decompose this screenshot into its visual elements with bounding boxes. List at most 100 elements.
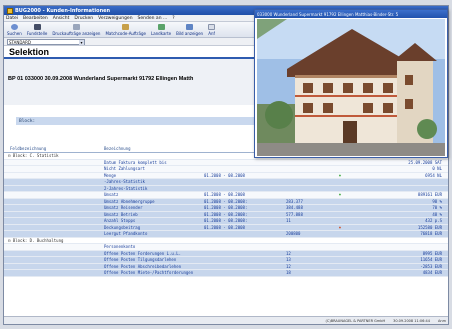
menu-senden-an[interactable]: Senden an ... — [138, 16, 168, 21]
row-period: 01.2008 - 08.2008 — [204, 172, 245, 178]
row-name: 2-Jahres-Statistik — [104, 185, 148, 191]
row-name: Nicht Zahlungsart — [104, 166, 145, 172]
row-period: 01.2008 - 08.2008: — [204, 198, 248, 204]
row-period: 01.2008 - 08.2008: — [204, 205, 248, 211]
row-result: 98 % — [432, 198, 442, 204]
row-result: 6954 NL — [425, 172, 442, 178]
anf-label: Anf — [208, 31, 215, 36]
map-label: Landkarte — [150, 31, 172, 36]
menu-bearbeiten[interactable]: Bearbeiten — [23, 16, 48, 21]
block-filter-bar[interactable]: Block: — [16, 117, 266, 125]
print-jobs-button[interactable]: Druckaufträge anzeigen — [52, 24, 100, 36]
chevron-down-icon[interactable]: ▾ — [79, 39, 84, 45]
binoculars-icon — [33, 24, 41, 30]
picture-icon — [186, 24, 194, 30]
menu-ansicht[interactable]: Ansicht — [53, 16, 70, 21]
row-period: 01.2008 - 08.2008: — [204, 218, 248, 224]
row-name: Umsatz Abnehmergruppe — [104, 198, 155, 204]
store-photo — [257, 19, 445, 156]
row-result: 8995 EUR — [422, 250, 442, 256]
group-label[interactable]: ⊟ Block: D. Buchhaltung — [4, 238, 104, 243]
store-building-image — [257, 19, 445, 156]
row-value: 11 — [286, 218, 291, 224]
row-period: 01.2008 - 08.2008 — [204, 224, 245, 230]
status-bar: (C)BRAUNAGEL & PARTNER GmbH 30.09.2008 1… — [4, 316, 448, 324]
row-result: -2853 EUR — [420, 263, 442, 269]
row-value: 12 — [286, 263, 291, 269]
row-result: 48 % — [432, 211, 442, 217]
column-header-bezeichnung[interactable]: Bezeichnung — [104, 146, 254, 151]
document-icon — [208, 24, 216, 30]
row-flag-icon[interactable]: ♦ — [334, 173, 346, 178]
row-name: Umsatz — [104, 192, 119, 198]
row-name: Offene Posten Miete-/Pachtforderungen — [104, 270, 194, 276]
row-flag-icon[interactable]: ♦ — [334, 192, 346, 197]
grid-rows: ⊟ Block: C. Statistik Datum Faktura kompl… — [4, 153, 448, 277]
menu-verzweigungen[interactable]: Verzweigungen — [98, 16, 132, 21]
matchcode-button[interactable]: Matchcode-Aufträge — [105, 24, 146, 36]
row-value: 577.888 — [286, 211, 303, 217]
window-title: BUG2000 - Kunden-Informationen — [15, 7, 111, 14]
fundstelle-button[interactable]: Fundstelle — [26, 24, 48, 36]
row-result: 70 % — [432, 205, 442, 211]
row-value: 384.488 — [286, 205, 303, 211]
status-company: (C)BRAUNAGEL & PARTNER GmbH — [325, 318, 386, 323]
list-icon — [122, 24, 130, 30]
popup-title: 033000 Wunderland Supermarkt 91792 Ellin… — [255, 10, 447, 18]
search-label: Suchen — [7, 31, 22, 36]
row-result: 0 NL — [432, 166, 442, 172]
row-period: 01.2008 - 08.2008 — [204, 192, 245, 198]
row-value: 12 — [286, 250, 291, 256]
row-value: 18 — [286, 270, 291, 276]
map-button[interactable]: Landkarte — [151, 24, 171, 36]
row-value: 283.377 — [286, 198, 303, 204]
status-datetime: 30.09.2008 11:06:44 — [393, 318, 430, 323]
row-name: Offene Posten Tilgungsdarlehen — [104, 257, 177, 263]
status-mode: Anm — [437, 318, 446, 323]
picture-popup[interactable]: 033000 Wunderland Supermarkt 91792 Ellin… — [254, 9, 448, 158]
row-name: Datum Faktura komplett bis — [104, 159, 167, 165]
group-label[interactable]: ⊟ Block: C. Statistik — [4, 153, 104, 158]
menu-datei[interactable]: Datei — [6, 16, 18, 21]
row-result: 889161 EUR — [417, 192, 442, 198]
customer-info-line: BP 01 033000 30.09.2008 Wunderland Super… — [8, 76, 194, 82]
menu-drucken[interactable]: Drucken — [74, 16, 93, 21]
row-value: 13 — [286, 257, 291, 263]
row-result: 76818 EUR — [420, 231, 442, 237]
search-icon — [10, 24, 18, 30]
data-grid: Feldbezeichnung Bezeichnung ⊟ Block: C. … — [4, 145, 448, 277]
profile-select[interactable]: STANDARD ▾ — [7, 38, 85, 45]
row-name: Menge — [104, 172, 117, 178]
row-result: 432 p.S — [425, 218, 442, 224]
show-picture-button[interactable]: Bild anzeigen — [176, 24, 203, 36]
column-header-feldbezeichnung[interactable]: Feldbezeichnung — [4, 146, 104, 151]
app-icon — [7, 7, 13, 14]
row-name: Leergut Pfandkonto — [104, 231, 148, 237]
row-flag-icon[interactable]: ♦ — [334, 225, 346, 230]
row-value: 200800 — [286, 231, 301, 237]
anf-button[interactable]: Anf — [208, 24, 216, 36]
row-name: Deckungsbeitrag — [104, 224, 141, 230]
fundstelle-label: Fundstelle — [26, 31, 48, 36]
table-row[interactable]: Offene Posten Miete-/Pachtforderungen 18 4… — [4, 270, 448, 277]
row-name: Umsatz Betrieb — [104, 211, 138, 217]
row-result: 11654 EUR — [420, 257, 442, 263]
row-result: 25.09.2008 SAT — [408, 159, 442, 165]
row-name: Umsatz Reisender — [104, 205, 143, 211]
menu-help[interactable]: ? — [172, 16, 174, 21]
search-button[interactable]: Suchen — [7, 24, 22, 36]
row-name: Offene Posten Abschreibedarlehen — [104, 263, 182, 269]
row-result: 4834 EUR — [422, 270, 442, 276]
block-label: Block: — [19, 118, 36, 124]
row-name: Offene Posten Forderungen L.u.L. — [104, 250, 182, 256]
row-period: 01.2008 - 08.2008: — [204, 211, 248, 217]
row-name: Personenkonto — [104, 244, 136, 250]
print-jobs-label: Druckaufträge anzeigen — [52, 31, 101, 36]
matchcode-label: Matchcode-Aufträge — [105, 31, 146, 36]
row-name: Anzahl Stopps — [104, 218, 136, 224]
show-picture-label: Bild anzeigen — [176, 31, 204, 36]
row-result: 152580 EUR — [417, 224, 442, 230]
row-name: -Jahres-Statistik — [104, 179, 145, 185]
printer-icon — [72, 24, 80, 30]
profile-select-value: STANDARD — [9, 39, 32, 45]
